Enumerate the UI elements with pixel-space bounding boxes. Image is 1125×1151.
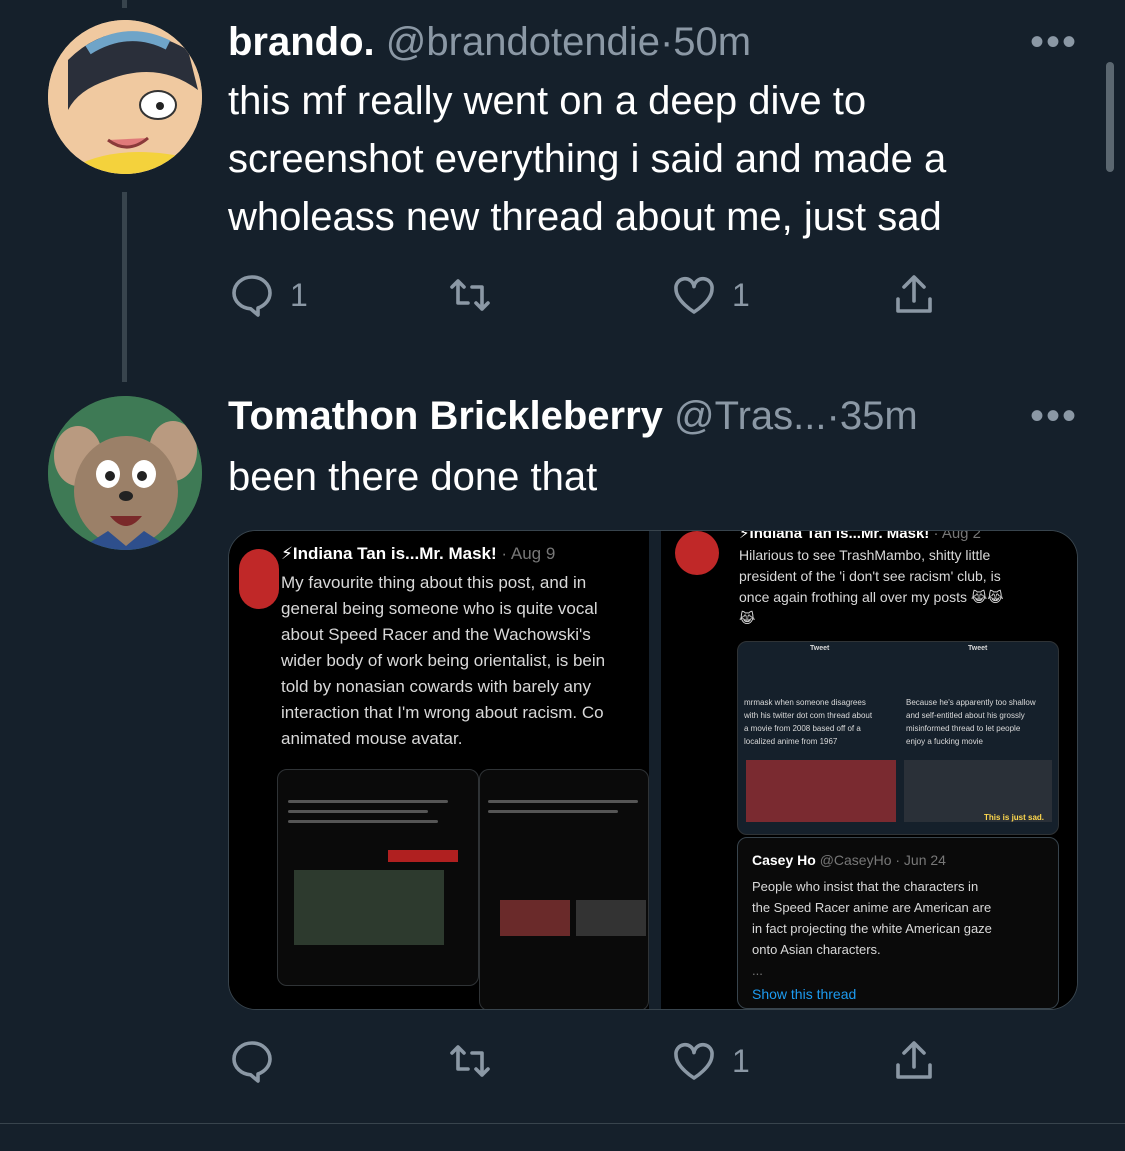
show-thread-link: Show this thread bbox=[752, 986, 857, 1002]
avatar[interactable] bbox=[48, 396, 202, 550]
tweet-header: brando. @brandotendie·50m bbox=[228, 18, 751, 66]
embedded-header: ⚡Indiana Tan is...Mr. Mask! · Aug 9 bbox=[281, 544, 556, 563]
tweet-text-line: wholeass new thread about me, just sad bbox=[228, 195, 942, 239]
tweet-text-line: this mf really went on a deep dive to bbox=[228, 79, 867, 123]
share-button[interactable] bbox=[890, 270, 938, 320]
like-count: 1 bbox=[732, 276, 750, 313]
divider bbox=[0, 1123, 1125, 1124]
heart-icon bbox=[674, 1042, 714, 1080]
separator: · bbox=[826, 394, 840, 438]
more-options-icon[interactable]: ••• bbox=[1030, 22, 1078, 62]
timestamp[interactable]: 50m bbox=[673, 20, 751, 64]
reply-icon bbox=[232, 275, 272, 317]
heart-icon bbox=[674, 276, 714, 314]
share-icon bbox=[896, 1041, 932, 1079]
nested-screenshot bbox=[277, 769, 479, 986]
reply-count: 1 bbox=[290, 276, 308, 313]
share-button[interactable] bbox=[890, 1036, 938, 1086]
retweet-icon bbox=[450, 1045, 490, 1077]
scrollbar[interactable] bbox=[1106, 62, 1114, 172]
embedded-avatar bbox=[239, 549, 279, 609]
like-button[interactable]: 1 bbox=[670, 270, 750, 320]
action-bar: 1 1 bbox=[228, 270, 948, 320]
quoted-tweet: Casey Ho @CaseyHo · Jun 24 People who in… bbox=[737, 837, 1059, 1009]
media-divider bbox=[649, 531, 661, 1009]
like-count: 1 bbox=[732, 1042, 750, 1079]
media-image-left[interactable]: ⚡Indiana Tan is...Mr. Mask! · Aug 9 My f… bbox=[229, 531, 649, 1009]
thread-line-top bbox=[122, 0, 127, 8]
thread-line bbox=[122, 192, 127, 382]
author-name[interactable]: Tomathon Brickleberry bbox=[228, 394, 663, 438]
reply-icon bbox=[232, 1041, 272, 1083]
author-handle[interactable]: @Tras... bbox=[674, 394, 826, 438]
more-options-icon[interactable]: ••• bbox=[1030, 396, 1078, 436]
timestamp[interactable]: 35m bbox=[840, 394, 918, 438]
nested-screenshot bbox=[479, 769, 649, 1009]
tweet-text: been there done that bbox=[228, 455, 598, 499]
share-icon bbox=[896, 275, 932, 313]
retweet-button[interactable] bbox=[446, 1036, 508, 1086]
reply-button[interactable] bbox=[228, 1036, 290, 1086]
embedded-text: My favourite thing about this post, and … bbox=[281, 573, 606, 748]
embedded-avatar bbox=[675, 531, 719, 575]
avatar[interactable] bbox=[48, 20, 202, 174]
tweet-text-line: screenshot everything i said and made a bbox=[228, 137, 947, 181]
author-handle[interactable]: @brandotendie bbox=[386, 20, 660, 64]
media-image-right[interactable]: ⚡Indiana Tan is...Mr. Mask! · Aug 2 Hila… bbox=[661, 531, 1077, 1009]
reply-button[interactable]: 1 bbox=[228, 270, 308, 320]
quoted-text: People who insist that the characters in… bbox=[752, 879, 992, 978]
action-bar: 1 bbox=[228, 1036, 948, 1086]
retweet-button[interactable] bbox=[446, 270, 508, 320]
author-name[interactable]: brando. bbox=[228, 20, 375, 64]
separator: · bbox=[659, 20, 674, 64]
mini-text-right: Because he's apparently too shallow and … bbox=[906, 698, 1036, 746]
like-button[interactable]: 1 bbox=[670, 1036, 750, 1086]
tweet-media[interactable]: ⚡Indiana Tan is...Mr. Mask! · Aug 9 My f… bbox=[228, 530, 1078, 1010]
retweet-icon bbox=[450, 279, 490, 311]
tweet-text: this mf really went on a deep dive to sc… bbox=[228, 72, 1048, 246]
tweet-header: Tomathon Brickleberry @Tras...·35m bbox=[228, 392, 918, 440]
nested-screenshot: Tweet Tweet mrmask when someone disagree… bbox=[737, 641, 1059, 835]
mini-text-left: mrmask when someone disagrees with his t… bbox=[744, 698, 873, 746]
embedded-text: Hilarious to see TrashMambo, shitty litt… bbox=[739, 547, 1004, 626]
